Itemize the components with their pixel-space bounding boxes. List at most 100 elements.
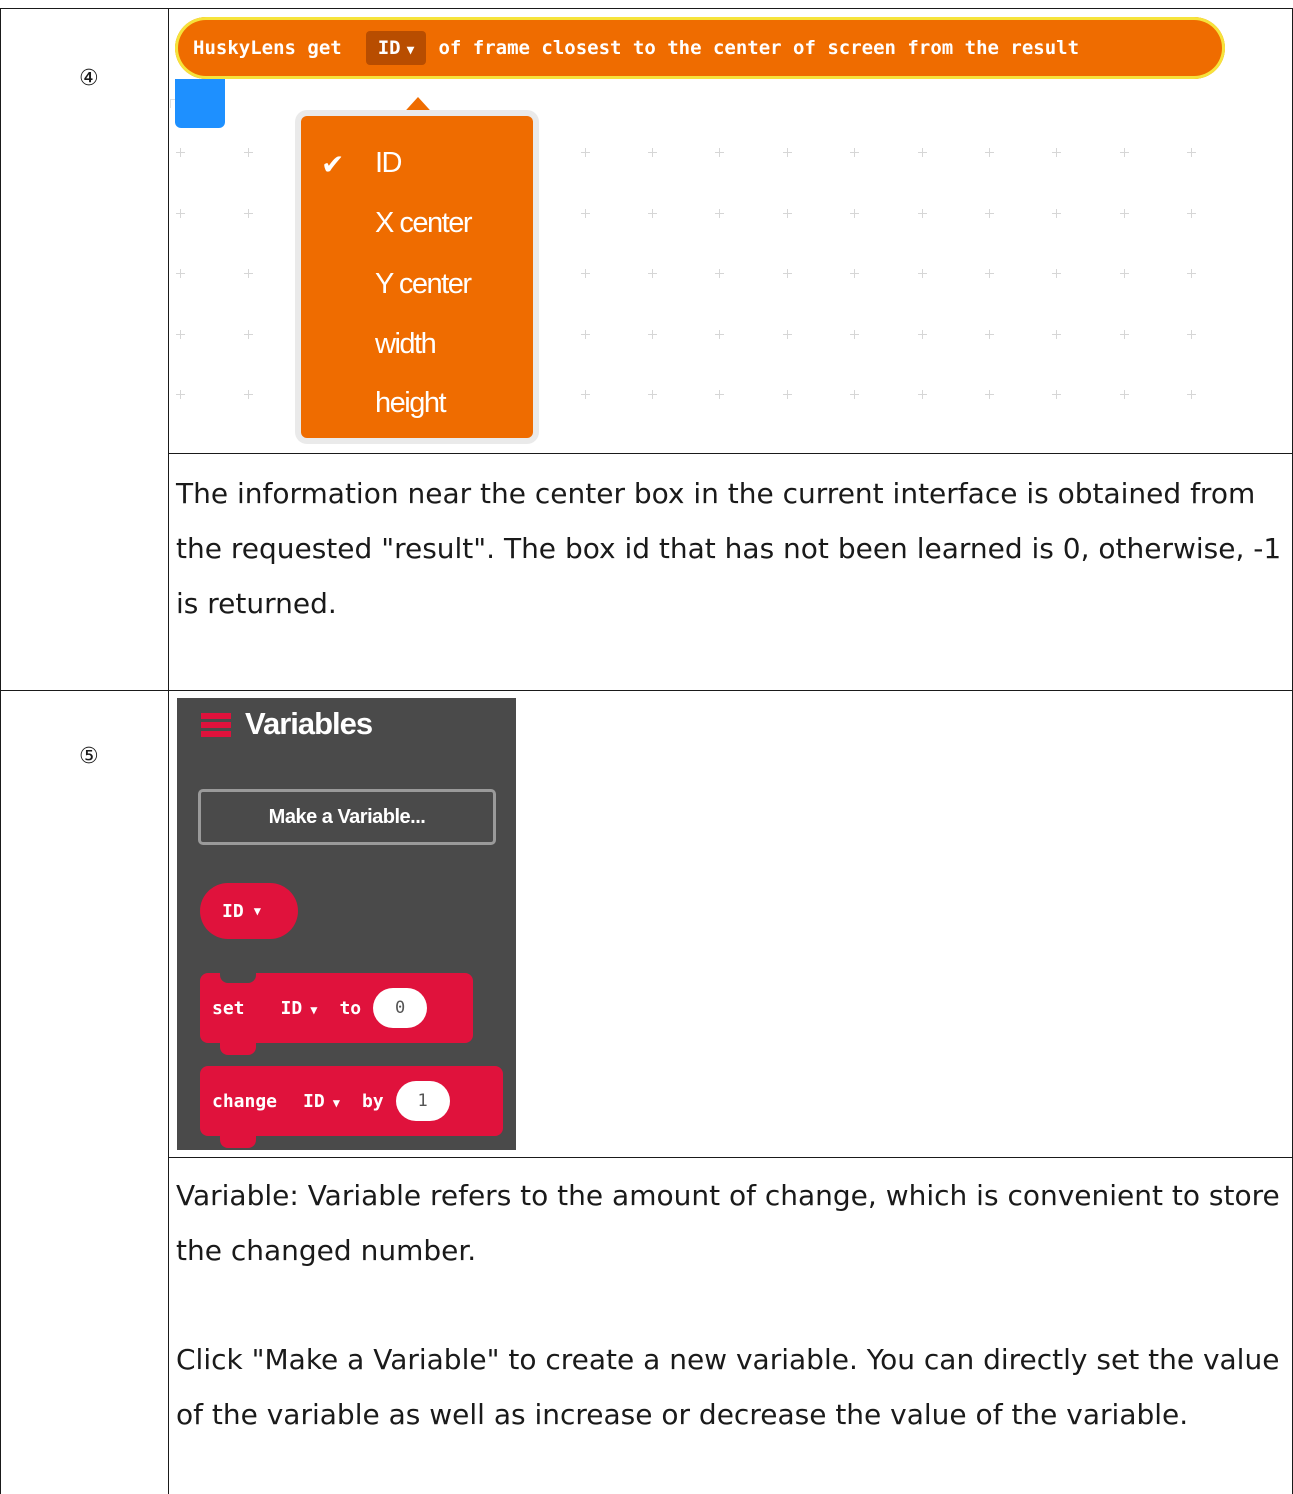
- grid-cross: [1124, 269, 1125, 278]
- change-keyword: change: [212, 1090, 278, 1112]
- grid-cross: [989, 148, 990, 157]
- grid-cross: [922, 209, 923, 218]
- block-id-dropdown[interactable]: ID ▼: [365, 31, 427, 65]
- grid-cross: [719, 269, 720, 278]
- grid-cross: [585, 390, 586, 399]
- grid-cross: [1056, 330, 1057, 339]
- row-5-description-2: Click "Make a Variable" to create a new …: [176, 1343, 1280, 1431]
- grid-cross: [719, 209, 720, 218]
- set-block-top-notch: [220, 973, 256, 983]
- grid-cross: [652, 390, 653, 399]
- grid-cross: [719, 390, 720, 399]
- grid-cross: [989, 269, 990, 278]
- grid-cross: [854, 330, 855, 339]
- chevron-down-icon: ▼: [253, 904, 261, 918]
- grid-cross: [180, 148, 181, 157]
- grid-cross: [1124, 390, 1125, 399]
- huskylens-get-block[interactable]: HuskyLens get ID ▼ of frame closest to th…: [175, 17, 1225, 79]
- grid-cross: [854, 269, 855, 278]
- dropdown-menu: ✔ ID X center Y center width height: [293, 91, 555, 451]
- grid-cross: [719, 148, 720, 157]
- menu-item-x-center[interactable]: X center: [375, 209, 473, 238]
- variables-category-icon: [201, 713, 231, 737]
- set-value-input[interactable]: 0: [373, 988, 428, 1028]
- chevron-down-icon: ▼: [332, 1095, 340, 1110]
- grid-cross: [585, 330, 586, 339]
- grid-cross: [854, 148, 855, 157]
- grid-cross: [585, 148, 586, 157]
- grid-cross: [180, 330, 181, 339]
- grid-cross: [652, 330, 653, 339]
- chevron-down-icon: ▼: [406, 43, 415, 58]
- grid-cross: [1124, 148, 1125, 157]
- variable-name: ID: [222, 900, 244, 922]
- block-prefix: HuskyLens get: [193, 37, 342, 59]
- grid-cross: [787, 390, 788, 399]
- grid-cross: [585, 269, 586, 278]
- grid-cross: [1056, 209, 1057, 218]
- variable-reporter-block[interactable]: ID ▼: [200, 883, 298, 939]
- grid-cross: [1056, 390, 1057, 399]
- grid-cross: [1191, 269, 1192, 278]
- menu-item-height[interactable]: height: [375, 389, 447, 418]
- block-editor-screenshot: HuskyLens get ID ▼ of frame closest to th…: [170, 9, 1291, 452]
- grid-cross: [1191, 209, 1192, 218]
- row-divider-4-image: [168, 453, 1293, 454]
- set-variable-dropdown[interactable]: ID ▼: [281, 998, 318, 1019]
- variables-title: Variables: [245, 706, 373, 741]
- set-keyword: set: [212, 997, 245, 1019]
- dropdown-value: ID: [377, 37, 401, 59]
- checkmark-icon: ✔: [321, 148, 345, 181]
- row-4-description: The information near the center box in t…: [176, 477, 1282, 620]
- grid-cross: [787, 148, 788, 157]
- chevron-down-icon: ▼: [310, 1002, 318, 1017]
- grid-cross: [248, 148, 249, 157]
- grid-cross: [922, 330, 923, 339]
- set-variable-name: ID: [280, 997, 303, 1019]
- grid-cross: [652, 269, 653, 278]
- table-border-left: [0, 8, 1, 1494]
- variables-panel-screenshot: Variables Make a Variable... ID ▼ set ID…: [177, 698, 516, 1150]
- change-block-bottom-notch: [220, 1136, 256, 1148]
- menu-item-y-center[interactable]: Y center: [375, 270, 472, 299]
- grid-cross: [787, 269, 788, 278]
- row-number-5: ⑤: [79, 744, 99, 769]
- menu-item-id[interactable]: ID: [375, 149, 403, 178]
- grid-cross: [922, 148, 923, 157]
- grid-cross: [1191, 390, 1192, 399]
- grid-cross: [922, 269, 923, 278]
- grid-cross: [248, 209, 249, 218]
- set-to-keyword: to: [339, 997, 362, 1019]
- grid-cross: [989, 330, 990, 339]
- grid-cross: [180, 269, 181, 278]
- row-number-4: ④: [79, 66, 99, 91]
- row-5-description-1: Variable: Variable refers to the amount …: [176, 1179, 1280, 1267]
- grid-cross: [787, 209, 788, 218]
- grid-cross: [180, 209, 181, 218]
- grid-cross: [787, 330, 788, 339]
- grid-cross: [248, 330, 249, 339]
- grid-cross: [248, 269, 249, 278]
- change-value-input[interactable]: 1: [395, 1081, 450, 1121]
- change-variable-name: ID: [303, 1090, 325, 1112]
- make-variable-button[interactable]: Make a Variable...: [198, 789, 496, 845]
- grid-cross: [1056, 269, 1057, 278]
- set-variable-block[interactable]: set ID ▼ to 0: [200, 973, 473, 1043]
- grid-cross: [1124, 330, 1125, 339]
- grid-cross: [989, 390, 990, 399]
- grid-cross: [1191, 148, 1192, 157]
- row-divider-4-5: [0, 690, 1293, 691]
- change-by-keyword: by: [361, 1090, 384, 1112]
- grid-cross: [180, 390, 181, 399]
- menu-item-width[interactable]: width: [375, 330, 437, 359]
- change-variable-block[interactable]: change ID ▼ by 1: [200, 1066, 503, 1136]
- menu-panel: ✔ ID X center Y center width height: [301, 116, 533, 438]
- grid-cross: [989, 209, 990, 218]
- change-variable-dropdown[interactable]: ID ▼: [303, 1091, 340, 1112]
- grid-cross: [854, 390, 855, 399]
- column-divider: [168, 8, 169, 1494]
- grid-cross: [652, 209, 653, 218]
- block-suffix: of frame closest to the center of screen…: [438, 37, 1080, 59]
- grid-cross: [922, 390, 923, 399]
- grid-cross: [1056, 148, 1057, 157]
